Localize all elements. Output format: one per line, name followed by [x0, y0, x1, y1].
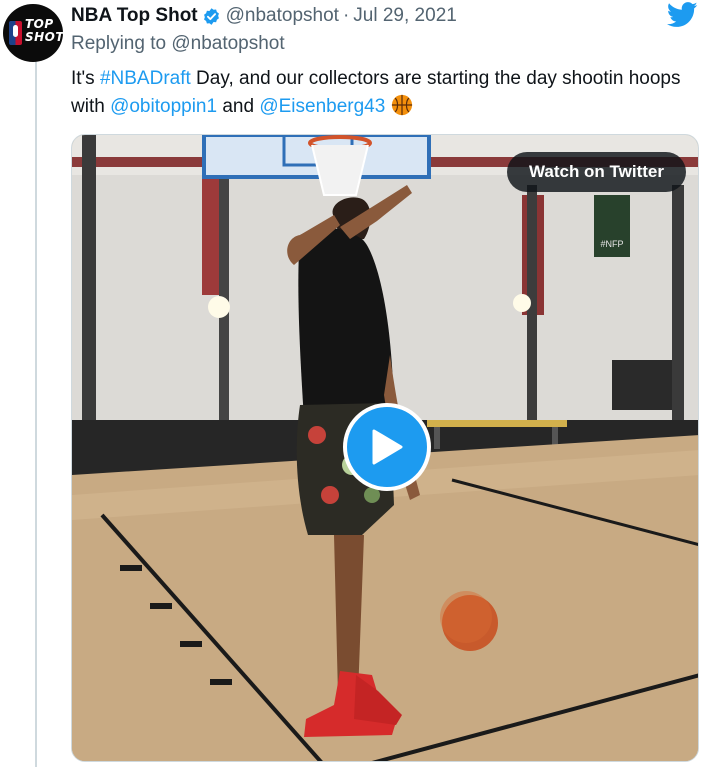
- avatar-logo-text: TOP SHOT: [25, 17, 63, 44]
- play-icon: [372, 429, 403, 465]
- play-button[interactable]: [343, 403, 431, 491]
- thread-line: [35, 62, 37, 767]
- bench: [427, 420, 567, 427]
- twitter-bird-icon[interactable]: [667, 2, 698, 28]
- video-player[interactable]: #NFP Watch on Twitter: [71, 134, 699, 762]
- tweet-text-part: It's: [71, 68, 100, 89]
- basketball-emoji: [392, 94, 413, 116]
- tweet-text-part: and: [217, 96, 260, 117]
- separator-dot: ·: [342, 5, 350, 26]
- handle[interactable]: @nbatopshot: [226, 5, 339, 27]
- avatar[interactable]: TOP SHOT: [3, 4, 63, 62]
- tweet-text: It's #NBADraft Day, and our collectors a…: [71, 65, 701, 121]
- mention-link[interactable]: @obitoppin1: [110, 96, 217, 117]
- reply-mention-link[interactable]: @nbatopshot: [171, 33, 284, 54]
- tweet-header: NBA Top Shot @nbatopshot · Jul 29, 2021: [71, 3, 457, 29]
- reply-prefix: Replying to: [71, 33, 167, 54]
- mention-link[interactable]: @Eisenberg43: [259, 96, 385, 117]
- watch-on-twitter-button[interactable]: Watch on Twitter: [506, 152, 686, 192]
- verified-badge-icon: [203, 7, 219, 25]
- tweet-date[interactable]: Jul 29, 2021: [353, 5, 457, 27]
- nfp-banner-text: #NFP: [600, 239, 623, 249]
- reply-context: Replying to @nbatopshot: [71, 33, 285, 55]
- hashtag-link[interactable]: #NBADraft: [100, 68, 191, 89]
- nba-logo-icon: [9, 21, 22, 45]
- display-name[interactable]: NBA Top Shot: [71, 5, 198, 27]
